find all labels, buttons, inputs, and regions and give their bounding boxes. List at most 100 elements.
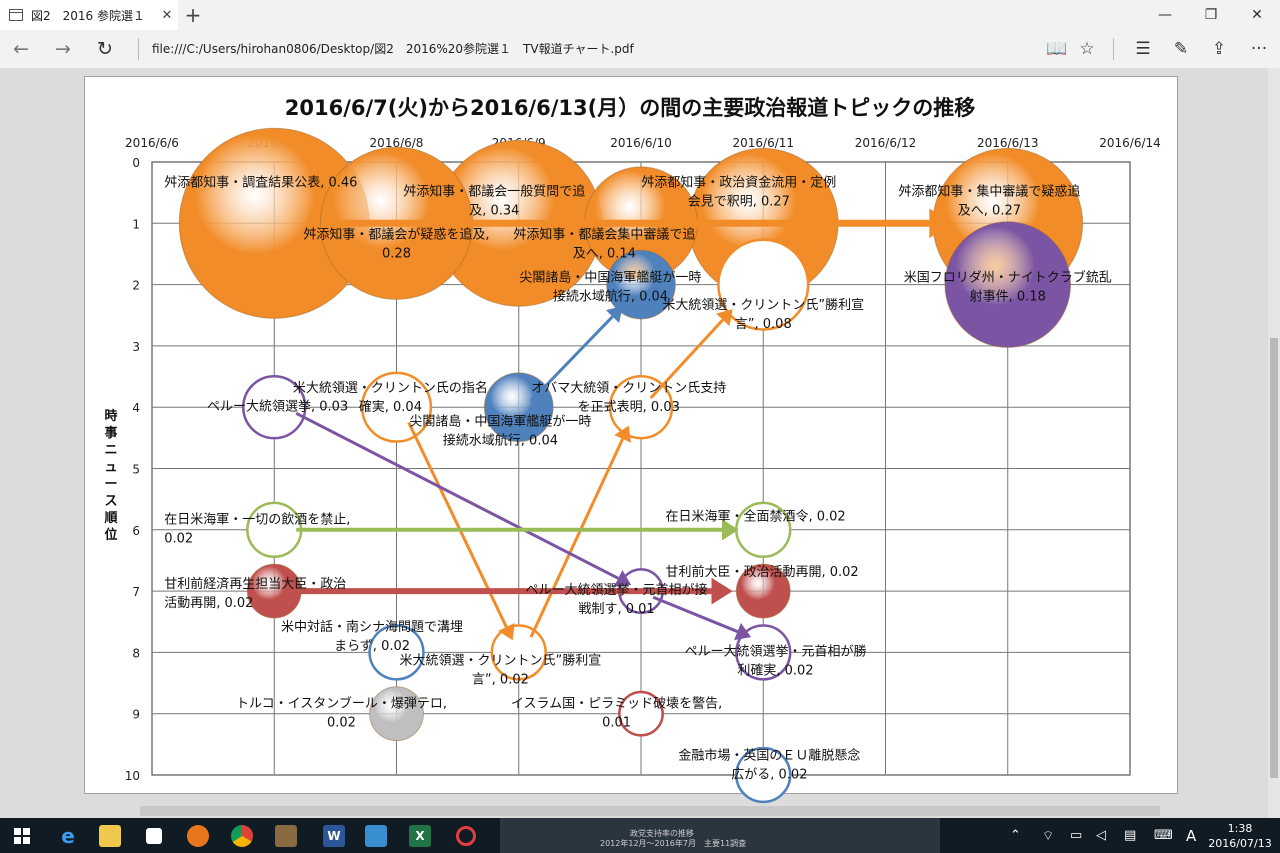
volume-icon[interactable]: ◁ (1096, 818, 1106, 853)
data-label-line: 米大統領選・クリントン氏の指名 (293, 380, 488, 396)
taskbar-word[interactable]: W (314, 818, 354, 853)
window-preview[interactable]: 政党支持率の推移 2012年12月～2016年7月 主要11調査 (500, 818, 940, 853)
chrome-icon (231, 824, 253, 847)
data-label-line: イスラム国・ピラミッド破壊を警告, (511, 696, 722, 712)
data-label-line: 金融市場・英国のＥＵ離脱懸念 (678, 748, 860, 764)
notification-icon[interactable]: ▤ (1124, 818, 1136, 853)
start-button[interactable] (0, 818, 44, 853)
data-label-line: トルコ・イスタンブール・爆弾テロ, (236, 696, 447, 712)
battery-icon[interactable]: ▭ (1070, 818, 1082, 853)
data-label-line: 尖閣諸島・中国海軍艦艇が一時 (409, 414, 591, 430)
data-label-line: 0.02 (164, 532, 193, 547)
paint-icon (365, 824, 387, 847)
folder-icon (99, 824, 121, 847)
bubble (246, 501, 303, 558)
data-label-line: 言”, 0.08 (735, 317, 792, 332)
data-label-line: 米大統領選・クリントン氏”勝利宣 (400, 653, 602, 669)
data-label-line: 0.28 (382, 247, 411, 262)
y-tick-label: 6 (132, 524, 140, 538)
clock-date: 2016/07/13 (1208, 837, 1272, 850)
taskbar-store[interactable] (134, 818, 174, 853)
taskbar-app[interactable] (266, 818, 306, 853)
y-tick-label: 3 (132, 340, 140, 354)
data-label: 在日米海軍・全面禁酒令, 0.02 (665, 509, 845, 525)
data-label-line: 米国フロリダ州・ナイトクラブ銃乱 (904, 270, 1112, 286)
bubble-chart: 2016/6/7(火)から2016/6/13(月）の間の主要政治報道トピックの推… (125, 96, 1161, 804)
taskbar-chrome[interactable] (222, 818, 262, 853)
taskbar-paint[interactable] (356, 818, 396, 853)
data-label-line: 舛添都知事・調査結果公表, 0.46 (164, 175, 357, 191)
data-label-line: 在日米海軍・一切の飲酒を禁止, (164, 512, 350, 528)
bubble (717, 238, 810, 331)
data-label-line: 広がる, 0.02 (731, 768, 807, 783)
taskbar-photos[interactable] (446, 818, 486, 853)
taskbar-firefox[interactable] (178, 818, 218, 853)
edge-icon: e (61, 823, 75, 848)
clock[interactable]: 1:38 2016/07/13 (1208, 821, 1272, 851)
data-label-line: 甘利前大臣・政治活動再開, 0.02 (665, 564, 858, 580)
taskbar-excel[interactable]: X (400, 818, 440, 853)
data-label-line: 及, 0.34 (469, 204, 519, 219)
x-tick-label: 2016/6/14 (1099, 136, 1161, 150)
arrow-head (711, 577, 733, 605)
keyboard-icon[interactable]: ⌨ (1154, 818, 1173, 853)
x-tick-label: 2016/6/11 (732, 136, 794, 150)
data-label-line: 活動再開, 0.02 (164, 596, 253, 611)
data-label: ペルー大統領選挙, 0.03 (207, 398, 348, 414)
x-tick-label: 2016/6/13 (977, 136, 1039, 150)
data-label-line: ペルー大統領選挙・元首相が接 (526, 582, 708, 598)
data-label-line: 舛添知事・都議会一般質問で追 (403, 184, 585, 200)
y-tick-label: 8 (132, 646, 140, 660)
data-label-line: 接続水域航行, 0.04 (443, 433, 558, 449)
wifi-icon[interactable]: ⌔ (1042, 818, 1054, 853)
data-label: 舛添都知事・調査結果公表, 0.46 (164, 175, 357, 191)
windows-icon (14, 827, 30, 844)
y-tick-label: 4 (132, 401, 140, 415)
data-label-line: 言”, 0.02 (472, 673, 529, 688)
x-tick-label: 2016/6/12 (855, 136, 917, 150)
ime-indicator[interactable]: A (1186, 818, 1196, 853)
taskbar-edge[interactable]: e (48, 818, 88, 853)
data-label: 米中対話・南シナ海問題で溝埋まらず, 0.02 (281, 619, 463, 654)
data-label: イスラム国・ピラミッド破壊を警告, 0.01 (511, 696, 722, 731)
bubble (490, 624, 547, 681)
x-tick-label: 2016/6/10 (610, 136, 672, 150)
taskbar-explorer[interactable] (90, 818, 130, 853)
y-axis-ticks: 0 1 2 3 4 5 6 7 8 9 10 (125, 156, 140, 783)
preview-subtitle: 2012年12月～2016年7月 主要11調査 (600, 839, 747, 848)
data-label-line: 米中対話・南シナ海問題で溝埋 (281, 619, 463, 635)
data-label-line: 利確実, 0.02 (737, 662, 813, 678)
data-label-line: 会見で釈明, 0.27 (688, 195, 790, 210)
data-label-line: ペルー大統領選挙, 0.03 (207, 398, 348, 414)
y-axis-title: 時事ニュース順位 (104, 409, 118, 543)
data-label-line: 舛添都知事・集中審議で疑惑追 (898, 184, 1080, 200)
data-label-line: 及へ, 0.27 (958, 204, 1021, 219)
data-label-line: まらず, 0.02 (334, 639, 410, 654)
arrow-line (407, 421, 508, 628)
data-label-line: ペルー大統領選挙・元首相が勝 (684, 643, 866, 659)
bubble (369, 686, 424, 742)
clock-time: 1:38 (1227, 822, 1253, 835)
photos-icon (456, 825, 476, 846)
arrow-line (652, 595, 739, 633)
data-label-line: 及へ, 0.14 (573, 247, 636, 262)
firefox-icon (187, 824, 209, 847)
y-tick-label: 9 (132, 708, 140, 722)
data-label-line: 尖閣諸島・中国海軍艦艇が一時 (519, 270, 701, 286)
data-label-line: 戦制す, 0.01 (578, 602, 654, 617)
data-label-line: 在日米海軍・全面禁酒令, 0.02 (665, 509, 845, 525)
taskbar: e W X 政党支持率の推移 2012年12月～2016年7月 主要11調査 ⌃… (0, 818, 1280, 853)
excel-icon: X (409, 824, 431, 847)
y-tick-label: 0 (132, 156, 140, 170)
data-label-line: 確実, 0.04 (359, 399, 422, 415)
data-label-line: 射事件, 0.18 (970, 289, 1046, 305)
y-tick-label: 5 (132, 463, 140, 477)
tray-chevron-icon[interactable]: ⌃ (1010, 818, 1021, 853)
data-label: ペルー大統領選挙・元首相が接戦制す, 0.01 (526, 582, 708, 617)
data-label: 甘利前大臣・政治活動再開, 0.02 (665, 564, 858, 580)
store-icon (146, 827, 162, 844)
y-tick-label: 10 (125, 769, 140, 783)
chart-title: 2016/6/7(火)から2016/6/13(月）の間の主要政治報道トピックの推… (285, 96, 975, 120)
y-tick-label: 1 (132, 217, 140, 231)
y-tick-label: 2 (132, 279, 140, 293)
